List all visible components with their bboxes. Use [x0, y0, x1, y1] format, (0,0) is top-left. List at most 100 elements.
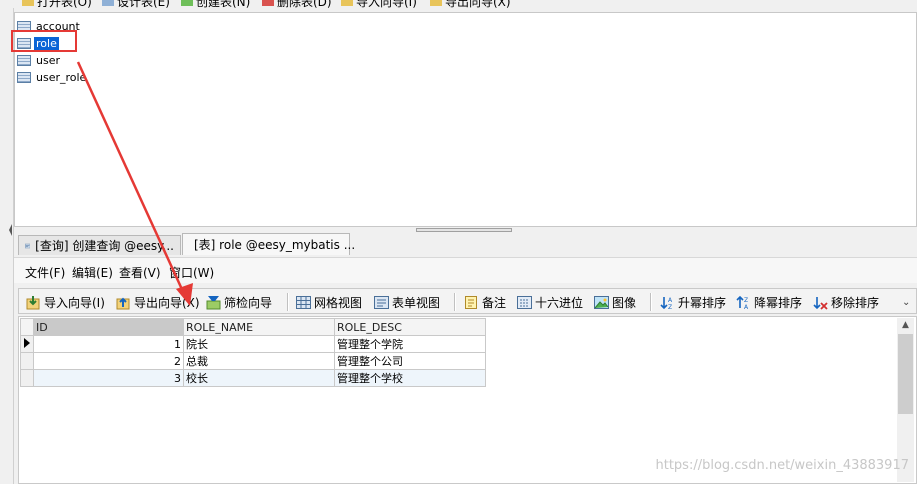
export-wizard-button[interactable]: 导出向导(X) — [430, 0, 511, 9]
table-row[interactable]: 2 总裁 管理整个公司 — [20, 352, 486, 370]
table-list-pane[interactable]: account role user user_role — [14, 12, 917, 227]
sort-descending-button[interactable]: Z A 降幂排序 — [736, 293, 802, 311]
table-row[interactable]: 1 院长 管理整个学院 — [20, 335, 486, 353]
cell-role-name[interactable]: 院长 — [183, 335, 335, 353]
tab-query[interactable]: [查询] 创建查询 @eesy... — [18, 235, 181, 255]
export-icon — [430, 0, 442, 6]
sort-descending-icon: Z A — [736, 295, 749, 310]
list-item-user-role[interactable]: user_role — [17, 69, 88, 86]
table-icon — [17, 72, 31, 83]
memo-button[interactable]: 备注 — [464, 293, 506, 311]
grid-view-label: 网格视图 — [314, 295, 363, 310]
tab-table-role[interactable]: [表] role @eesy_mybatis ... — [182, 233, 355, 255]
query-icon — [25, 243, 31, 248]
remove-sort-button[interactable]: 移除排序 — [813, 293, 879, 311]
object-toolbar: 打开表(O) 设计表(E) 创建表(N) 删除表(D) 导入向导(I) 导出向导… — [0, 0, 917, 9]
import-wizard-button[interactable]: 导入向导(I) — [341, 0, 417, 9]
cell-id[interactable]: 3 — [33, 369, 184, 387]
sort-ascending-button[interactable]: A Z 升幂排序 — [660, 293, 726, 311]
table-name: user — [36, 54, 60, 67]
create-table-button[interactable]: 创建表(N) — [181, 0, 251, 9]
filter-wizard-button[interactable]: 筛检向导 — [206, 293, 272, 311]
memo-label: 备注 — [482, 295, 507, 310]
design-table-icon — [102, 0, 114, 6]
grid-header-row: ID ROLE_NAME ROLE_DESC — [20, 318, 486, 336]
create-table-icon — [181, 0, 193, 6]
sort-descending-label: 降幂排序 — [754, 295, 803, 310]
menu-edit[interactable]: 编辑(E) — [72, 264, 113, 281]
grid-view-button[interactable]: 网格视图 — [296, 293, 362, 311]
table-icon — [17, 55, 31, 66]
export-wizard-label: 导出向导(X) — [445, 0, 511, 9]
export-icon — [116, 297, 130, 309]
splitter-grip[interactable] — [416, 228, 512, 232]
column-header-role-name[interactable]: ROLE_NAME — [183, 318, 335, 336]
open-table-button[interactable]: 打开表(O) — [22, 0, 92, 9]
menu-file[interactable]: 文件(F) — [25, 264, 65, 281]
menu-view[interactable]: 查看(V) — [119, 264, 161, 281]
cell-role-desc[interactable]: 管理整个学院 — [334, 335, 486, 353]
table-name: user_role — [36, 71, 87, 84]
current-row-indicator — [20, 335, 34, 353]
form-view-label: 表单视图 — [392, 295, 441, 310]
cell-id[interactable]: 2 — [33, 352, 184, 370]
annotation-highlight-box — [11, 30, 77, 52]
list-item-user[interactable]: user — [17, 52, 62, 69]
filter-wizard-label: 筛检向导 — [224, 295, 273, 310]
grid-view-icon — [296, 295, 311, 309]
column-header-id[interactable]: ID — [33, 318, 184, 336]
current-row-arrow-icon — [24, 337, 30, 348]
image-label: 图像 — [612, 295, 637, 310]
role-table: ID ROLE_NAME ROLE_DESC 1 院长 管理整个学院 2 总裁 … — [20, 318, 486, 387]
table-row[interactable]: 3 校长 管理整个学校 — [20, 369, 486, 387]
form-view-icon — [374, 295, 389, 309]
filter-icon — [206, 295, 221, 309]
design-table-label: 设计表(E) — [117, 0, 170, 9]
delete-table-button[interactable]: 删除表(D) — [262, 0, 332, 9]
remove-sort-label: 移除排序 — [831, 295, 880, 310]
toolbar-overflow-button[interactable]: ⌄ — [902, 293, 910, 311]
scrollbar-thumb[interactable] — [898, 334, 913, 414]
sort-ascending-label: 升幂排序 — [678, 295, 727, 310]
row-indicator — [20, 369, 34, 387]
column-header-role-desc[interactable]: ROLE_DESC — [334, 318, 486, 336]
svg-text:A: A — [668, 297, 673, 304]
svg-text:Z: Z — [668, 304, 672, 310]
scroll-up-icon[interactable]: ▲ — [897, 318, 914, 333]
row-indicator-header — [20, 318, 34, 336]
collapse-grip-icon[interactable] — [8, 210, 13, 250]
import-icon — [26, 295, 40, 309]
import-icon — [341, 0, 353, 6]
memo-icon — [465, 295, 477, 309]
design-table-button[interactable]: 设计表(E) — [102, 0, 170, 9]
hex-label: 十六进位 — [535, 295, 584, 310]
import-wizard-button[interactable]: 导入向导(I) — [26, 293, 105, 311]
export-wizard-label: 导出向导(X) — [134, 295, 200, 310]
cell-role-desc[interactable]: 管理整个学校 — [334, 369, 486, 387]
menu-bar: 文件(F) 编辑(E) 查看(V) 窗口(W) — [14, 257, 917, 283]
toolbar-separator — [650, 293, 652, 311]
watermark: https://blog.csdn.net/weixin_43883917 — [655, 458, 909, 473]
cell-role-name[interactable]: 总裁 — [183, 352, 335, 370]
import-wizard-label: 导入向导(I) — [44, 295, 105, 310]
toolbar-separator — [287, 293, 289, 311]
menu-window[interactable]: 窗口(W) — [169, 264, 214, 281]
sort-ascending-icon: A Z — [660, 296, 673, 310]
create-table-label: 创建表(N) — [196, 0, 251, 9]
remove-sort-icon — [813, 296, 828, 310]
svg-text:Z: Z — [744, 297, 748, 304]
tab-table-label: [表] role @eesy_mybatis ... — [194, 238, 356, 252]
hex-icon — [517, 295, 532, 309]
cell-id[interactable]: 1 — [33, 335, 184, 353]
open-table-icon — [22, 0, 34, 6]
image-icon — [594, 295, 609, 309]
delete-table-label: 删除表(D) — [277, 0, 332, 9]
export-wizard-button[interactable]: 导出向导(X) — [116, 293, 200, 311]
grid-toolbar: 导入向导(I) 导出向导(X) 筛检向导 网格视图 表单视图 备注 十六进位 图… — [18, 288, 917, 314]
hex-button[interactable]: 十六进位 — [517, 293, 583, 311]
form-view-button[interactable]: 表单视图 — [374, 293, 440, 311]
cell-role-name[interactable]: 校长 — [183, 369, 335, 387]
delete-table-icon — [262, 0, 274, 6]
image-button[interactable]: 图像 — [594, 293, 636, 311]
cell-role-desc[interactable]: 管理整个公司 — [334, 352, 486, 370]
